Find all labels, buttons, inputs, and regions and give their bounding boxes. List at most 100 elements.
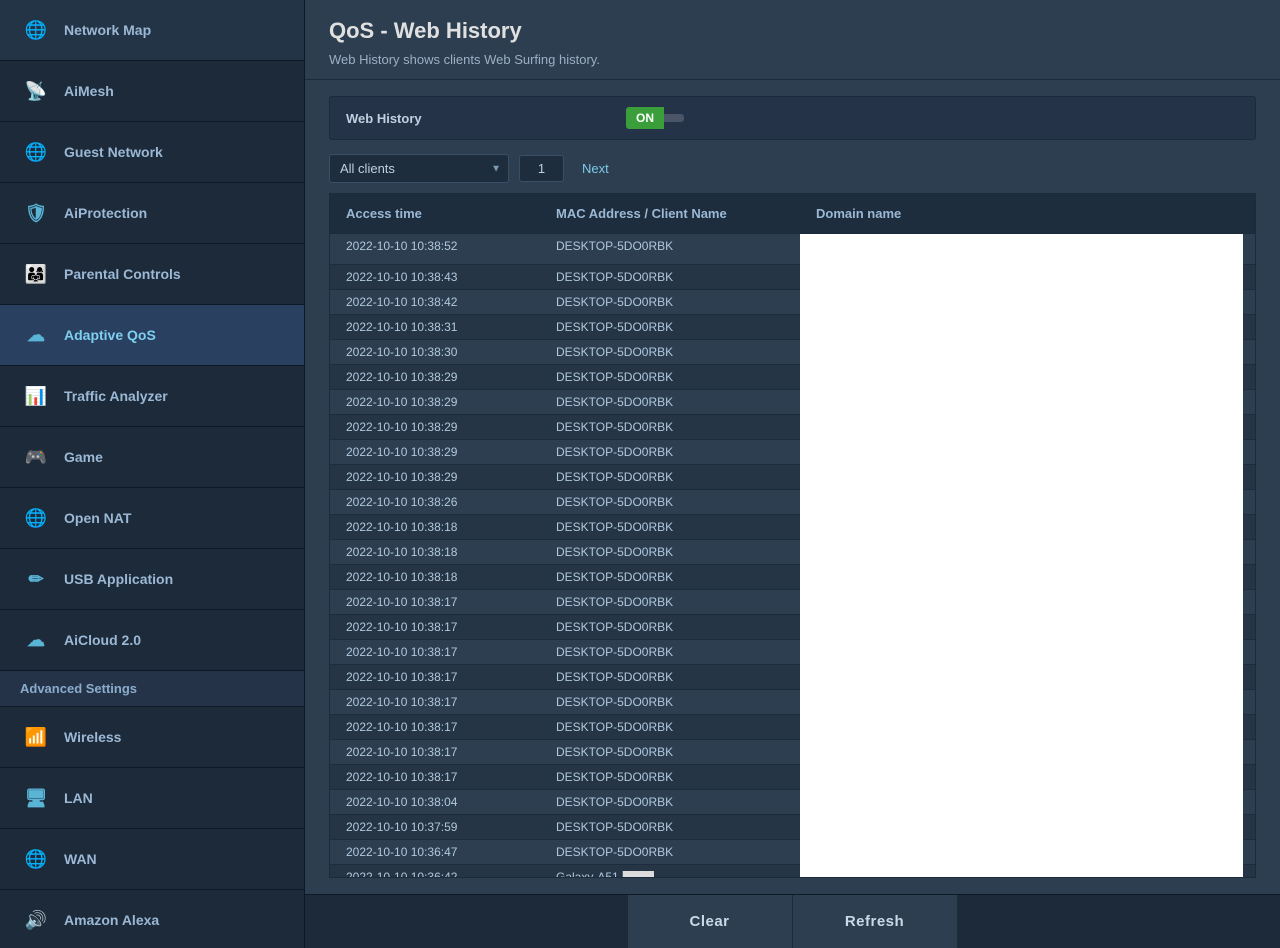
table-row: 2022-10-10 10:38:29 DESKTOP-5DO0RBK xyxy=(330,365,1255,390)
game-icon: 🎮 xyxy=(20,441,52,473)
sidebar-label-parental-controls: Parental Controls xyxy=(64,266,181,282)
advanced-settings-header: Advanced Settings xyxy=(0,671,304,707)
cell-time: 2022-10-10 10:38:29 xyxy=(330,440,540,464)
cell-time: 2022-10-10 10:38:29 xyxy=(330,415,540,439)
client-select-wrapper[interactable]: All clients xyxy=(329,154,509,183)
client-select[interactable]: All clients xyxy=(329,154,509,183)
cell-client: DESKTOP-5DO0RBK xyxy=(540,565,800,589)
cell-domain xyxy=(800,640,1255,664)
cell-client: Galaxy-A51-████ xyxy=(540,865,800,877)
refresh-button[interactable]: Refresh xyxy=(793,895,958,948)
usb-application-icon: ✏ xyxy=(20,563,52,595)
aicloud-icon: ☁ xyxy=(20,624,52,656)
cell-time: 2022-10-10 10:38:29 xyxy=(330,465,540,489)
sidebar-item-parental-controls[interactable]: 👨‍👩‍👧 Parental Controls xyxy=(0,244,304,305)
cell-domain xyxy=(800,865,1255,877)
cell-domain xyxy=(800,540,1255,564)
cell-domain xyxy=(800,490,1255,514)
cell-client: DESKTOP-5DO0RBK xyxy=(540,490,800,514)
cell-domain xyxy=(800,815,1255,839)
sidebar-item-lan[interactable]: 🖥LAN xyxy=(0,768,304,829)
col-access-time: Access time xyxy=(330,202,540,225)
cell-domain xyxy=(800,790,1255,814)
bottom-bar: Clear Refresh xyxy=(305,894,1280,948)
table-row: 2022-10-10 10:38:17 DESKTOP-5DO0RBK xyxy=(330,590,1255,615)
cell-domain xyxy=(800,715,1255,739)
parental-controls-icon: 👨‍👩‍👧 xyxy=(20,258,52,290)
sidebar-item-wireless[interactable]: 📶Wireless xyxy=(0,707,304,768)
cell-client: DESKTOP-5DO0RBK xyxy=(540,315,800,339)
web-history-toggle-row: Web History ON xyxy=(329,96,1256,140)
table-row: 2022-10-10 10:38:18 DESKTOP-5DO0RBK xyxy=(330,515,1255,540)
table-row: 2022-10-10 10:38:43 DESKTOP-5DO0RBK xyxy=(330,265,1255,290)
sidebar-item-game[interactable]: 🎮Game xyxy=(0,427,304,488)
cell-domain xyxy=(800,590,1255,614)
table-row: 2022-10-10 10:38:18 DESKTOP-5DO0RBK xyxy=(330,540,1255,565)
sidebar-label-open-nat: Open NAT xyxy=(64,510,131,526)
table-row: 2022-10-10 10:38:18 DESKTOP-5DO0RBK xyxy=(330,565,1255,590)
adaptive-qos-icon: ☁ xyxy=(20,319,52,351)
cell-time: 2022-10-10 10:38:30 xyxy=(330,340,540,364)
aimesh-icon: 📡 xyxy=(20,75,52,107)
cell-client: DESKTOP-5DO0RBK xyxy=(540,615,800,639)
cell-client: DESKTOP-5DO0RBK xyxy=(540,234,800,264)
sidebar-item-adaptive-qos[interactable]: ☁ Adaptive QoS xyxy=(0,305,304,366)
cell-time: 2022-10-10 10:38:17 xyxy=(330,665,540,689)
cell-domain xyxy=(800,515,1255,539)
table-row: 2022-10-10 10:38:29 DESKTOP-5DO0RBK xyxy=(330,440,1255,465)
cell-time: 2022-10-10 10:38:18 xyxy=(330,565,540,589)
sidebar-item-aicloud[interactable]: ☁AiCloud 2.0 xyxy=(0,610,304,671)
guest-network-icon: 🌐 xyxy=(20,136,52,168)
sidebar-label-wireless: Wireless xyxy=(64,729,121,745)
main-content: QoS - Web History Web History shows clie… xyxy=(305,0,1280,948)
clear-button[interactable]: Clear xyxy=(628,895,793,948)
cell-client: DESKTOP-5DO0RBK xyxy=(540,265,800,289)
cell-client: DESKTOP-5DO0RBK xyxy=(540,365,800,389)
cell-domain xyxy=(800,440,1255,464)
sidebar-label-amazon-alexa: Amazon Alexa xyxy=(64,912,159,928)
sidebar-item-aimesh[interactable]: 📡AiMesh xyxy=(0,61,304,122)
sidebar-item-wan[interactable]: 🌐WAN xyxy=(0,829,304,890)
cell-domain xyxy=(800,390,1255,414)
web-history-toggle-label: Web History xyxy=(346,111,626,126)
cell-time: 2022-10-10 10:36:42 xyxy=(330,865,540,877)
table-row: 2022-10-10 10:38:17 DESKTOP-5DO0RBK xyxy=(330,715,1255,740)
page-number-input[interactable] xyxy=(519,155,564,182)
sidebar-label-usb-application: USB Application xyxy=(64,571,173,587)
sidebar-item-network-map[interactable]: 🌐Network Map xyxy=(0,0,304,61)
table-row: 2022-10-10 10:36:42 Galaxy-A51-████ xyxy=(330,865,1255,877)
sidebar-item-amazon-alexa[interactable]: 🔊Amazon Alexa xyxy=(0,890,304,948)
sidebar-item-traffic-analyzer[interactable]: 📊Traffic Analyzer xyxy=(0,366,304,427)
cell-client: DESKTOP-5DO0RBK xyxy=(540,540,800,564)
table-row: 2022-10-10 10:38:17 DESKTOP-5DO0RBK xyxy=(330,665,1255,690)
sidebar-item-aiprotection[interactable]: 🛡AiProtection xyxy=(0,183,304,244)
sidebar: 🌐Network Map📡AiMesh🌐Guest Network🛡AiProt… xyxy=(0,0,305,948)
sidebar-item-usb-application[interactable]: ✏ USB Application xyxy=(0,549,304,610)
table-row: 2022-10-10 10:38:29 DESKTOP-5DO0RBK xyxy=(330,465,1255,490)
web-history-toggle[interactable]: ON xyxy=(626,107,684,129)
sidebar-label-traffic-analyzer: Traffic Analyzer xyxy=(64,388,168,404)
cell-domain xyxy=(800,465,1255,489)
cell-client: DESKTOP-5DO0RBK xyxy=(540,815,800,839)
cell-time: 2022-10-10 10:38:29 xyxy=(330,390,540,414)
next-button[interactable]: Next xyxy=(574,156,617,181)
cell-time: 2022-10-10 10:38:17 xyxy=(330,640,540,664)
cell-client: DESKTOP-5DO0RBK xyxy=(540,290,800,314)
table-row: 2022-10-10 10:38:17 DESKTOP-5DO0RBK xyxy=(330,765,1255,790)
sidebar-item-guest-network[interactable]: 🌐Guest Network xyxy=(0,122,304,183)
sidebar-label-aiprotection: AiProtection xyxy=(64,205,147,221)
cell-time: 2022-10-10 10:36:47 xyxy=(330,840,540,864)
cell-time: 2022-10-10 10:38:18 xyxy=(330,540,540,564)
cell-client: DESKTOP-5DO0RBK xyxy=(540,715,800,739)
cell-domain xyxy=(800,315,1255,339)
table-body: 2022-10-10 10:38:52 DESKTOP-5DO0RBK 2022… xyxy=(330,234,1255,877)
cell-domain xyxy=(800,290,1255,314)
sidebar-label-adaptive-qos: Adaptive QoS xyxy=(64,327,156,343)
cell-domain xyxy=(800,365,1255,389)
filter-row: All clients Next xyxy=(329,154,1256,183)
cell-time: 2022-10-10 10:38:17 xyxy=(330,715,540,739)
cell-time: 2022-10-10 10:38:42 xyxy=(330,290,540,314)
cell-domain xyxy=(800,690,1255,714)
table-row: 2022-10-10 10:38:17 DESKTOP-5DO0RBK xyxy=(330,640,1255,665)
sidebar-item-open-nat[interactable]: 🌐Open NAT xyxy=(0,488,304,549)
